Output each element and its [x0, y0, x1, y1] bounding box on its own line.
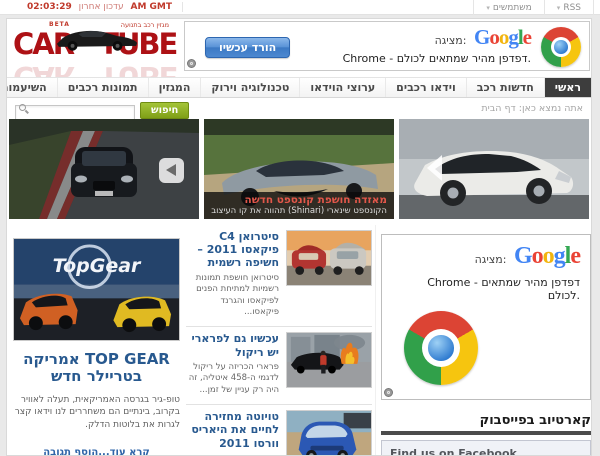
ad-presents-line: מציגה: Google [241, 25, 532, 50]
carousel-slide-citroen-ds4[interactable] [399, 119, 589, 219]
update-label: עדכון אחרון [78, 2, 124, 12]
sports-car-icon [56, 30, 138, 51]
nav-item-magazine[interactable]: המגזין [147, 78, 201, 97]
rss-label: RSS [563, 2, 581, 13]
chrome-tagline: דפדפן מהיר שמתאים לכולם. [481, 276, 580, 302]
ad-info-icon[interactable] [384, 388, 393, 397]
content-area: TopGear TOP GEAR אמריקה בטריילר חדש טופ-… [7, 225, 591, 455]
feature-column: TopGear TOP GEAR אמריקה בטריילר חדש טופ-… [11, 225, 182, 455]
topgear-article-image[interactable]: TopGear [13, 238, 180, 341]
news-thumb-ferrari-recall[interactable] [286, 332, 372, 389]
presents-label: מציגה: [434, 34, 467, 47]
news-body: סיטרואן חושפת תמונות רשמיות למתיחת הפנים… [195, 272, 279, 317]
slide-caption[interactable]: מאזדה חושפת קונספט חדשה הקונספט שינארי (… [204, 192, 394, 219]
header-ad-text: מציגה: Google Chrome - דפדפן מהיר שמתאים… [241, 25, 532, 65]
news-text: עכשיו גם לפרארי יש ריקול פרארי הכריזה על… [186, 332, 279, 396]
chevron-down-icon: ▾ [556, 3, 561, 12]
news-title[interactable]: סיטרואן C4 פיקאסו 2011 – חשיפה רשמית [186, 230, 279, 270]
search-bar: חיפוש [15, 100, 190, 121]
add-comment-link[interactable]: הוסף תגובה [43, 447, 98, 455]
google-logo: Google [514, 243, 581, 269]
carousel-prev-icon[interactable] [427, 155, 442, 181]
facebook-module-heading: קארטיוב בפייסבוק [479, 413, 591, 428]
chrome-tagline: דפדפן מהיר שמתאים לכולם. [396, 52, 531, 65]
ad-tagline: Chrome - דפדפן מהיר שמתאים לכולם. [241, 52, 531, 65]
update-timezone: AM GMT [130, 2, 173, 12]
nav-item-tech-green[interactable]: טכנולוגיה וירוק [200, 78, 299, 97]
feature-article-links: קרא עוד...הוסף תגובה [11, 447, 182, 455]
page: 02:03:29 עדכון אחרון AM GMT ▾ משתמשים ▾ … [0, 0, 600, 456]
facebook-likebox[interactable]: Find us on Facebook [381, 440, 591, 455]
chevron-down-icon: ▾ [486, 3, 490, 12]
chrome-word: Chrome - [342, 52, 394, 65]
news-thumb-toyota-verso[interactable] [286, 410, 372, 455]
google-logo: Google [473, 25, 532, 49]
sidebar: מציגה: Google Chrome - דפדפן מהיר שמתאים… [375, 225, 591, 455]
sidebar-ad[interactable]: מציגה: Google Chrome - דפדפן מהיר שמתאים… [381, 234, 591, 400]
sidebar-ad-text: מציגה: Google Chrome - דפדפן מהיר שמתאים… [392, 243, 581, 302]
news-column: סיטרואן C4 פיקאסו 2011 – חשיפה רשמית סיט… [186, 225, 372, 455]
news-title[interactable]: טויוטה מחזירה לחיים את היאריס וורסו 2011 [186, 410, 279, 450]
slide-caption-subtitle: הקונספט שינארי (Shinari) תהווה את קו העי… [211, 206, 387, 216]
slide-caption-title[interactable]: מאזדה חושפת קונספט חדשה [211, 194, 388, 206]
main-nav: ראשי חדשות רכב וידאו רכבים ערוצי הוידאו … [7, 77, 591, 98]
chrome-logo-icon [541, 27, 581, 67]
users-menu[interactable]: ▾ משתמשים [473, 0, 543, 15]
nav-item-car-news[interactable]: חדשות רכב [465, 78, 544, 97]
news-item: טויוטה מחזירה לחיים את היאריס וורסו 2011… [186, 404, 372, 455]
module-divider [381, 431, 591, 435]
topgear-logo-text: TopGear [52, 255, 141, 277]
video-play-icon[interactable] [159, 158, 184, 183]
nav-item-video-channels[interactable]: ערוצי הוידאו [299, 78, 385, 97]
presents-label: מציגה: [474, 253, 507, 266]
news-title[interactable]: עכשיו גם לפרארי יש ריקול [186, 332, 279, 358]
ad-presents-line: מציגה: Google [392, 243, 581, 270]
last-update: 02:03:29 עדכון אחרון AM GMT [27, 2, 184, 12]
news-text: טויוטה מחזירה לחיים את היאריס וורסו 2011… [186, 410, 279, 455]
update-time: 02:03:29 [27, 2, 72, 12]
ad-tagline: Chrome - דפדפן מהיר שמתאים לכולם. [392, 276, 580, 302]
nav-item-daily-boredom[interactable]: השיעמום המוטורי היומי [7, 78, 57, 97]
nav-item-car-photos[interactable]: תמונות רכבים [56, 78, 148, 97]
breadcrumb: אתה נמצא כאן: דף הבית [481, 103, 583, 114]
top-utility-bar: 02:03:29 עדכון אחרון AM GMT ▾ משתמשים ▾ … [0, 0, 600, 15]
news-item: עכשיו גם לפרארי יש ריקול פרארי הכריזה על… [186, 326, 372, 404]
carousel-slide-lexus[interactable] [9, 119, 199, 219]
carousel-slide-mazda[interactable]: מאזדה חושפת קונספט חדשה הקונספט שינארי (… [204, 119, 394, 219]
search-icon [19, 104, 26, 111]
nav-item-home[interactable]: ראשי [543, 78, 591, 97]
rss-link[interactable]: ▾ RSS [543, 0, 594, 15]
search-button[interactable]: חיפוש [140, 101, 190, 119]
header-ad-banner[interactable]: הורד עכשיו מציגה: Google Chrome - דפדפן … [184, 21, 590, 71]
nav-item-car-videos[interactable]: וידאו רכבים [385, 78, 466, 97]
site-logo[interactable]: BETA מגזין רכב בתנועה CARTUBE CARTUBE [13, 20, 178, 94]
toyota-verso-thumb-image [287, 411, 371, 455]
read-more-link[interactable]: קרא עוד... [98, 447, 150, 455]
news-item: סיטרואן C4 פיקאסו 2011 – חשיפה רשמית סיט… [186, 225, 372, 326]
ad-info-icon[interactable] [187, 59, 196, 68]
main-content-card: BETA מגזין רכב בתנועה CARTUBE CARTUBE הו… [6, 18, 592, 456]
feature-article-title[interactable]: TOP GEAR אמריקה בטריילר חדש [11, 350, 182, 386]
ferrari-fire-thumb-image [287, 333, 371, 388]
chrome-word: Chrome - [427, 276, 478, 289]
feature-article-body: טופ-גיר בגרסה האמריקאית, תעלה לאוויר בקר… [14, 394, 180, 430]
chrome-logo-icon [404, 311, 478, 385]
news-thumb-citroen-c4[interactable] [286, 230, 372, 286]
topbar-links: ▾ משתמשים ▾ RSS [473, 0, 594, 15]
news-text: סיטרואן C4 פיקאסו 2011 – חשיפה רשמית סיט… [186, 230, 279, 318]
users-menu-label: משתמשים [492, 2, 532, 13]
featured-carousel: מאזדה חושפת קונספט חדשה הקונספט שינארי (… [9, 119, 589, 219]
news-body: פרארי הכריזה על ריקול לדגמי ה-458 איטליה… [188, 361, 279, 395]
citroen-c4-thumb-image [287, 231, 371, 285]
